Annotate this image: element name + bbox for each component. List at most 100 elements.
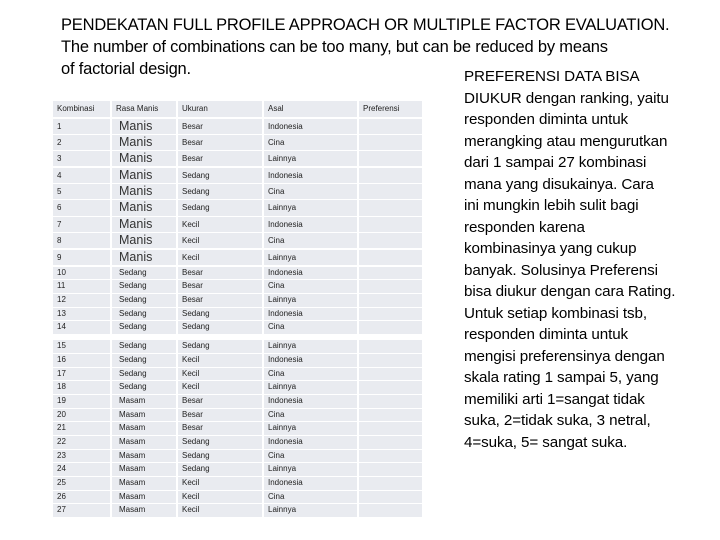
cell-rasa-manis: Sedang: [112, 381, 176, 394]
table-row: 5 Manis Sedang Cina: [53, 184, 422, 200]
cell-preferensi[interactable]: [359, 266, 422, 280]
table-row: 16 Sedang Kecil Indonesia: [53, 353, 422, 367]
cell-asal: Cina: [264, 367, 357, 381]
cell-ukuran: Sedang: [178, 184, 262, 200]
table-row: 22 Masam Sedang Indonesia: [53, 435, 422, 449]
cell-ukuran: Kecil: [178, 216, 262, 232]
cell-preferensi[interactable]: [359, 151, 422, 167]
cell-preferensi[interactable]: [359, 134, 422, 151]
cell-kombinasi: 18: [53, 381, 110, 394]
cell-kombinasi: 5: [53, 184, 110, 200]
cell-rasa-manis: Masam: [112, 435, 176, 449]
table-header-row: Kombinasi Rasa Manis Ukuran Asal Prefere…: [53, 101, 422, 117]
cell-preferensi[interactable]: [359, 340, 422, 353]
cell-rasa-manis: Sedang: [112, 307, 176, 321]
cell-asal: Cina: [264, 490, 357, 504]
cell-preferensi[interactable]: [359, 394, 422, 408]
table-row: 8 Manis Kecil Cina: [53, 233, 422, 249]
cell-preferensi[interactable]: [359, 477, 422, 490]
cell-ukuran: Sedang: [178, 340, 262, 353]
cell-ukuran: Sedang: [178, 307, 262, 321]
description-line: kombinasinya yang cukup: [464, 240, 637, 257]
cell-ukuran: Kecil: [178, 249, 262, 265]
cell-preferensi[interactable]: [359, 307, 422, 321]
cell-kombinasi: 13: [53, 307, 110, 321]
cell-asal: Indonesia: [264, 353, 357, 367]
cell-preferensi[interactable]: [359, 435, 422, 449]
table-row: 24 Masam Sedang Lainnya: [53, 463, 422, 476]
cell-preferensi[interactable]: [359, 233, 422, 249]
cell-preferensi[interactable]: [359, 249, 422, 265]
cell-kombinasi: 7: [53, 216, 110, 232]
cell-preferensi[interactable]: [359, 353, 422, 367]
cell-rasa-manis: Manis: [112, 233, 176, 249]
cell-preferensi[interactable]: [359, 490, 422, 504]
cell-ukuran: Sedang: [178, 321, 262, 335]
table-row: 3 Manis Besar Lainnya: [53, 151, 422, 167]
cell-asal: Indonesia: [264, 167, 357, 183]
cell-ukuran: Kecil: [178, 233, 262, 249]
heading-line-1: PENDEKATAN FULL PROFILE APPROACH OR MULT…: [61, 16, 670, 34]
cell-preferensi[interactable]: [359, 367, 422, 381]
cell-preferensi[interactable]: [359, 118, 422, 134]
cell-kombinasi: 27: [53, 504, 110, 518]
cell-rasa-manis: Sedang: [112, 353, 176, 367]
cell-rasa-manis: Sedang: [112, 266, 176, 280]
cell-preferensi[interactable]: [359, 294, 422, 307]
cell-ukuran: Kecil: [178, 381, 262, 394]
cell-kombinasi: 23: [53, 449, 110, 463]
cell-asal: Lainnya: [264, 249, 357, 265]
cell-rasa-manis: Sedang: [112, 294, 176, 307]
cell-rasa-manis: Masam: [112, 394, 176, 408]
description-line: skala rating 1 sampai 5, yang: [464, 369, 659, 386]
description-paragraph: PREFERENSI DATA BISA DIUKUR dengan rankin…: [464, 66, 720, 453]
cell-preferensi[interactable]: [359, 504, 422, 518]
description-line: mengisi preferensinya dengan: [464, 347, 665, 365]
cell-asal: Lainnya: [264, 422, 357, 435]
cell-kombinasi: 11: [53, 280, 110, 294]
table-row: 21 Masam Besar Lainnya: [53, 422, 422, 435]
description-line: memiliki arti 1=sangat tidak: [464, 390, 645, 408]
description-line: responden diminta untuk: [464, 326, 629, 343]
table-row: 26 Masam Kecil Cina: [53, 490, 422, 504]
heading-line-2: The number of combinations can be too ma…: [61, 38, 608, 56]
cell-kombinasi: 16: [53, 353, 110, 367]
cell-preferensi[interactable]: [359, 321, 422, 335]
cell-rasa-manis: Manis: [112, 249, 176, 265]
table-row: 4 Manis Sedang Indonesia: [53, 167, 422, 183]
cell-preferensi[interactable]: [359, 408, 422, 422]
cell-asal: Cina: [264, 233, 357, 249]
cell-rasa-manis: Sedang: [112, 321, 176, 335]
cell-preferensi[interactable]: [359, 200, 422, 216]
cell-kombinasi: 19: [53, 394, 110, 408]
cell-asal: Lainnya: [264, 151, 357, 167]
cell-preferensi[interactable]: [359, 463, 422, 476]
cell-rasa-manis: Manis: [112, 118, 176, 134]
cell-kombinasi: 17: [53, 367, 110, 381]
table-row: 18 Sedang Kecil Lainnya: [53, 381, 422, 394]
cell-preferensi[interactable]: [359, 184, 422, 200]
cell-preferensi[interactable]: [359, 167, 422, 183]
cell-kombinasi: 24: [53, 463, 110, 476]
cell-kombinasi: 9: [53, 249, 110, 265]
table-row: 2 Manis Besar Cina: [53, 134, 422, 151]
cell-preferensi[interactable]: [359, 280, 422, 294]
cell-kombinasi: 22: [53, 435, 110, 449]
cell-kombinasi: 10: [53, 266, 110, 280]
cell-preferensi[interactable]: [359, 216, 422, 232]
cell-preferensi[interactable]: [359, 422, 422, 435]
cell-asal: Indonesia: [264, 307, 357, 321]
cell-asal: Cina: [264, 408, 357, 422]
cell-rasa-manis: Manis: [112, 216, 176, 232]
cell-ukuran: Besar: [178, 134, 262, 151]
cell-preferensi[interactable]: [359, 381, 422, 394]
table-row: 12 Sedang Besar Lainnya: [53, 294, 422, 307]
description-line: merangking atau mengurutkan: [464, 132, 668, 150]
cell-preferensi[interactable]: [359, 449, 422, 463]
cell-ukuran: Kecil: [178, 504, 262, 518]
header-asal: Asal: [264, 101, 357, 117]
cell-asal: Indonesia: [264, 435, 357, 449]
cell-asal: Lainnya: [264, 504, 357, 518]
table-row: 15 Sedang Sedang Lainnya: [53, 340, 422, 353]
cell-ukuran: Besar: [178, 394, 262, 408]
